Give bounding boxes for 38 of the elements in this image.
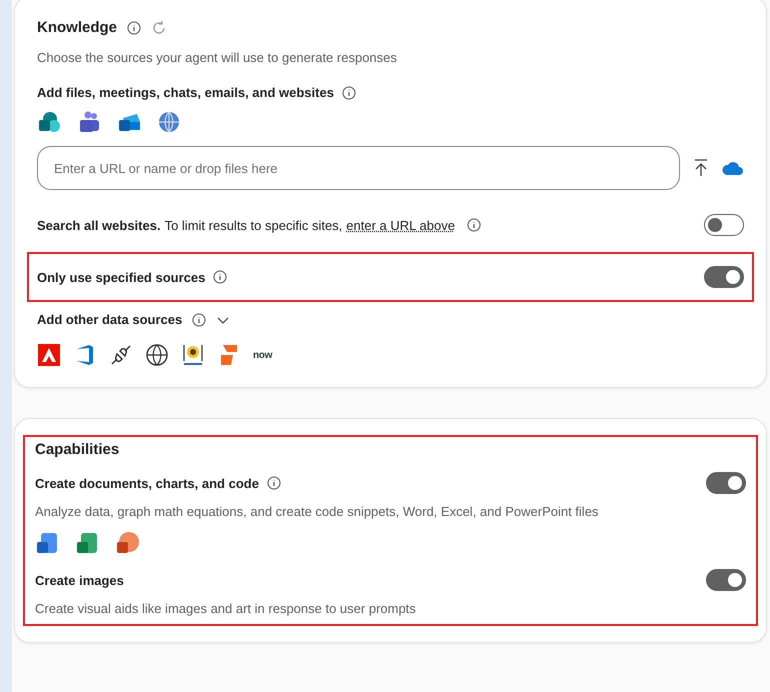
cloud-icon[interactable]: [722, 161, 744, 175]
globe-icon[interactable]: [145, 343, 169, 367]
document-app-icon[interactable]: [35, 531, 59, 555]
section-description: Choose the sources your agent will use to generate responses: [37, 50, 398, 65]
people-app-icon[interactable]: [77, 110, 101, 134]
url-link[interactable]: enter a URL above: [346, 218, 455, 232]
info-icon[interactable]: [342, 86, 356, 100]
subsection-label: Add other data sources: [37, 312, 182, 327]
capability-description: Create visual aids like images and art in response to user prompts: [35, 601, 417, 616]
brand-logo[interactable]: now: [253, 350, 272, 360]
section-title: Knowledge: [37, 19, 118, 36]
subsection-label: Add files, meetings, chats, emails, and websites: [37, 85, 334, 100]
url-input-field[interactable]: Enter a URL or name or drop files here: [37, 146, 680, 190]
info-icon[interactable]: [192, 312, 206, 326]
app-logo-icon[interactable]: [37, 343, 61, 367]
upload-icon[interactable]: [694, 159, 708, 177]
cloud-app-icon[interactable]: [37, 110, 61, 134]
capability-title: Create images: [35, 572, 124, 588]
info-icon[interactable]: [266, 476, 281, 490]
setting-text: To limit results to specific sites,: [164, 218, 342, 232]
toggle-switch[interactable]: [706, 472, 746, 494]
spreadsheet-app-icon[interactable]: [75, 531, 99, 555]
presentation-app-icon[interactable]: [115, 531, 139, 555]
sunflower-logo-icon[interactable]: [181, 343, 205, 367]
plug-icon[interactable]: [109, 343, 133, 367]
capability-description: Analyze data, graph math equations, and create code snippets, Word, Excel, and PowerPoint files: [35, 504, 600, 519]
toggle-switch[interactable]: [704, 214, 744, 236]
section-title: Capabilities: [35, 441, 120, 458]
toggle-switch[interactable]: [706, 569, 746, 591]
toggle-switch[interactable]: [704, 266, 744, 288]
info-icon[interactable]: [466, 218, 481, 232]
setting-label: Search all websites.: [37, 218, 161, 232]
chevron-icon[interactable]: [216, 314, 230, 324]
info-icon[interactable]: [213, 270, 228, 284]
info-icon[interactable]: [127, 20, 142, 34]
setting-label: Only use specified sources: [37, 270, 206, 284]
capability-title: Create documents, charts, and code: [35, 476, 259, 490]
refresh-icon[interactable]: [151, 20, 168, 36]
